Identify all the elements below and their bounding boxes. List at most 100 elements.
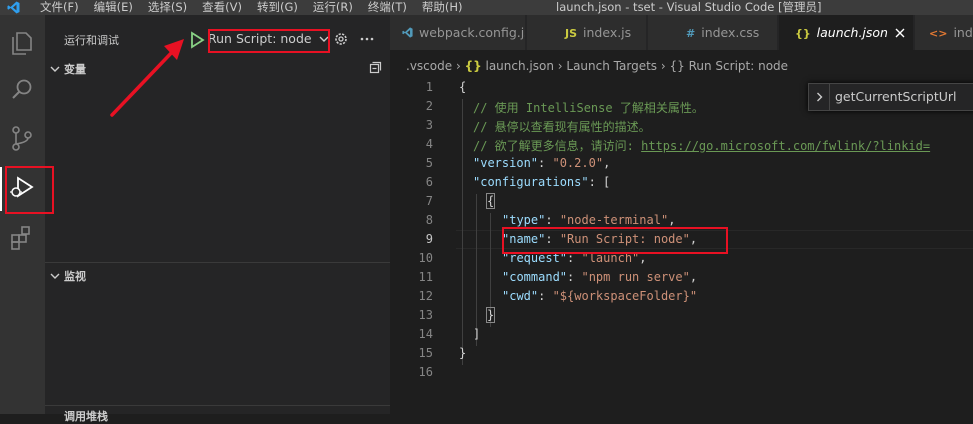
code-line[interactable]: } bbox=[459, 346, 466, 360]
docs-link[interactable]: https://go.microsoft.com/fwlink/?linkid= bbox=[641, 139, 930, 153]
close-icon[interactable] bbox=[895, 28, 905, 38]
code-line[interactable]: // 欲了解更多信息，请访问: https://go.microsoft.com… bbox=[473, 137, 930, 154]
section-divider bbox=[45, 262, 390, 263]
code-line[interactable]: "command": "npm run serve", bbox=[502, 270, 697, 284]
json-string: "npm run serve" bbox=[581, 270, 690, 284]
variables-section-header[interactable]: 变量 bbox=[50, 61, 86, 77]
gear-icon[interactable] bbox=[333, 31, 349, 47]
annotation-box-name-line bbox=[502, 227, 728, 254]
bracket-match: { bbox=[485, 193, 496, 209]
explorer-icon[interactable] bbox=[7, 27, 37, 57]
line-number: 3 bbox=[425, 118, 433, 132]
menu-edit[interactable]: 编辑(E) bbox=[94, 0, 133, 15]
chevron-down-icon bbox=[50, 273, 60, 279]
vscode-file-icon bbox=[402, 27, 413, 38]
json-string: "0.2.0" bbox=[552, 156, 604, 170]
tab-index-js[interactable]: JS index.js bbox=[527, 15, 647, 50]
breadcrumb-section[interactable]: Launch Targets bbox=[566, 59, 657, 73]
suggestion-item[interactable]: getCurrentScriptUrl bbox=[835, 89, 957, 104]
line-number: 16 bbox=[418, 365, 433, 379]
line-number: 11 bbox=[418, 270, 433, 284]
json-string: "node-terminal" bbox=[559, 213, 669, 227]
annotation-box-config bbox=[208, 29, 330, 53]
activity-bar bbox=[0, 15, 45, 414]
line-number: 14 bbox=[418, 327, 433, 341]
menu-help[interactable]: 帮助(H) bbox=[422, 0, 463, 15]
watch-section-header[interactable]: 监视 bbox=[50, 268, 86, 284]
divider bbox=[829, 84, 830, 110]
json-file-icon: {} bbox=[464, 59, 482, 73]
line-number: 6 bbox=[425, 175, 433, 189]
bracket-match: } bbox=[485, 307, 496, 323]
menu-file[interactable]: 文件(F) bbox=[40, 0, 79, 15]
code-line[interactable]: // 悬停以查看现有属性的描述。 bbox=[473, 118, 651, 135]
tab-index-html[interactable]: <> inde bbox=[915, 15, 973, 50]
line-number: 15 bbox=[418, 346, 433, 360]
editor-tabs: webpack.config.js JS index.js # index.css … bbox=[390, 15, 973, 50]
menu-terminal[interactable]: 终端(T) bbox=[368, 0, 407, 15]
tab-label: index.js bbox=[583, 25, 632, 40]
json-string: "${workspaceFolder}" bbox=[552, 289, 698, 303]
line-number: 9 bbox=[425, 232, 433, 246]
json-key: "configurations" bbox=[473, 175, 589, 189]
json-key: "type" bbox=[502, 213, 546, 227]
callstack-section-header[interactable]: 调用堆栈 bbox=[64, 408, 108, 424]
source-control-icon[interactable] bbox=[7, 123, 37, 153]
line-number: 10 bbox=[418, 251, 433, 265]
breadcrumb-item[interactable]: Run Script: node bbox=[689, 59, 788, 73]
code-line[interactable]: { bbox=[459, 80, 466, 94]
html-file-icon: <> bbox=[929, 27, 948, 40]
indent-guide bbox=[462, 99, 463, 365]
chevron-right-icon[interactable] bbox=[816, 92, 823, 102]
line-number: 13 bbox=[418, 308, 433, 322]
window-title: launch.json - tset - Visual Studio Code … bbox=[556, 0, 822, 14]
start-debugging-icon[interactable] bbox=[187, 31, 207, 49]
more-actions-icon[interactable] bbox=[359, 31, 375, 47]
chevron-down-icon bbox=[50, 66, 60, 72]
line-number: 4 bbox=[425, 137, 433, 151]
css-file-icon: # bbox=[686, 27, 696, 40]
json-key: "cwd" bbox=[502, 289, 539, 303]
watch-label: 监视 bbox=[64, 270, 86, 283]
suggestion-widget[interactable]: getCurrentScriptUrl bbox=[808, 83, 973, 111]
code-line[interactable]: ] bbox=[473, 327, 480, 341]
js-file-icon: JS bbox=[565, 27, 578, 40]
json-file-icon: {} bbox=[795, 27, 811, 40]
code-line[interactable]: "configurations": [ bbox=[473, 175, 610, 189]
vscode-logo-icon bbox=[7, 1, 20, 14]
tab-label: inde bbox=[953, 25, 973, 40]
breadcrumb-folder[interactable]: .vscode bbox=[406, 59, 452, 73]
search-icon[interactable] bbox=[7, 75, 37, 105]
active-indicator bbox=[0, 167, 2, 211]
callstack-label: 调用堆栈 bbox=[64, 410, 108, 423]
menu-selection[interactable]: 选择(S) bbox=[148, 0, 187, 15]
line-number: 2 bbox=[425, 99, 433, 113]
tab-webpack-config[interactable]: webpack.config.js bbox=[390, 15, 526, 50]
menu-run[interactable]: 运行(R) bbox=[313, 0, 353, 15]
menu-view[interactable]: 查看(V) bbox=[202, 0, 242, 15]
menu-bar: 文件(F) 编辑(E) 选择(S) 查看(V) 转到(G) 运行(R) 终端(T… bbox=[40, 0, 477, 15]
extensions-icon[interactable] bbox=[7, 223, 37, 253]
tab-launch-json[interactable]: {} launch.json bbox=[779, 15, 914, 50]
editor-area: webpack.config.js JS index.js # index.css … bbox=[390, 15, 973, 414]
breadcrumb-file[interactable]: launch.json bbox=[485, 59, 553, 73]
comment-text: // 欲了解更多信息，请访问: bbox=[473, 139, 642, 153]
variables-label: 变量 bbox=[64, 63, 86, 76]
breadcrumb-separator: › bbox=[660, 59, 670, 73]
collapse-all-icon[interactable] bbox=[369, 61, 382, 74]
code-line[interactable]: } bbox=[485, 307, 496, 323]
code-line[interactable]: { bbox=[485, 193, 496, 209]
code-line[interactable]: "type": "node-terminal", bbox=[502, 213, 675, 227]
tab-index-css[interactable]: # index.css bbox=[648, 15, 778, 50]
breadcrumb-separator: › bbox=[455, 59, 465, 73]
code-line[interactable]: // 使用 IntelliSense 了解相关属性。 bbox=[473, 99, 704, 116]
line-number: 8 bbox=[425, 213, 433, 227]
annotation-arrow bbox=[110, 39, 184, 117]
code-line[interactable]: "version": "0.2.0", bbox=[473, 156, 610, 170]
breadcrumb: .vscode › {} launch.json › Launch Target… bbox=[406, 59, 788, 73]
tab-label: launch.json bbox=[816, 25, 888, 40]
tab-label: index.css bbox=[701, 25, 760, 40]
code-line[interactable]: "cwd": "${workspaceFolder}" bbox=[502, 289, 697, 303]
menu-go[interactable]: 转到(G) bbox=[257, 0, 298, 15]
json-key: "version" bbox=[473, 156, 539, 170]
